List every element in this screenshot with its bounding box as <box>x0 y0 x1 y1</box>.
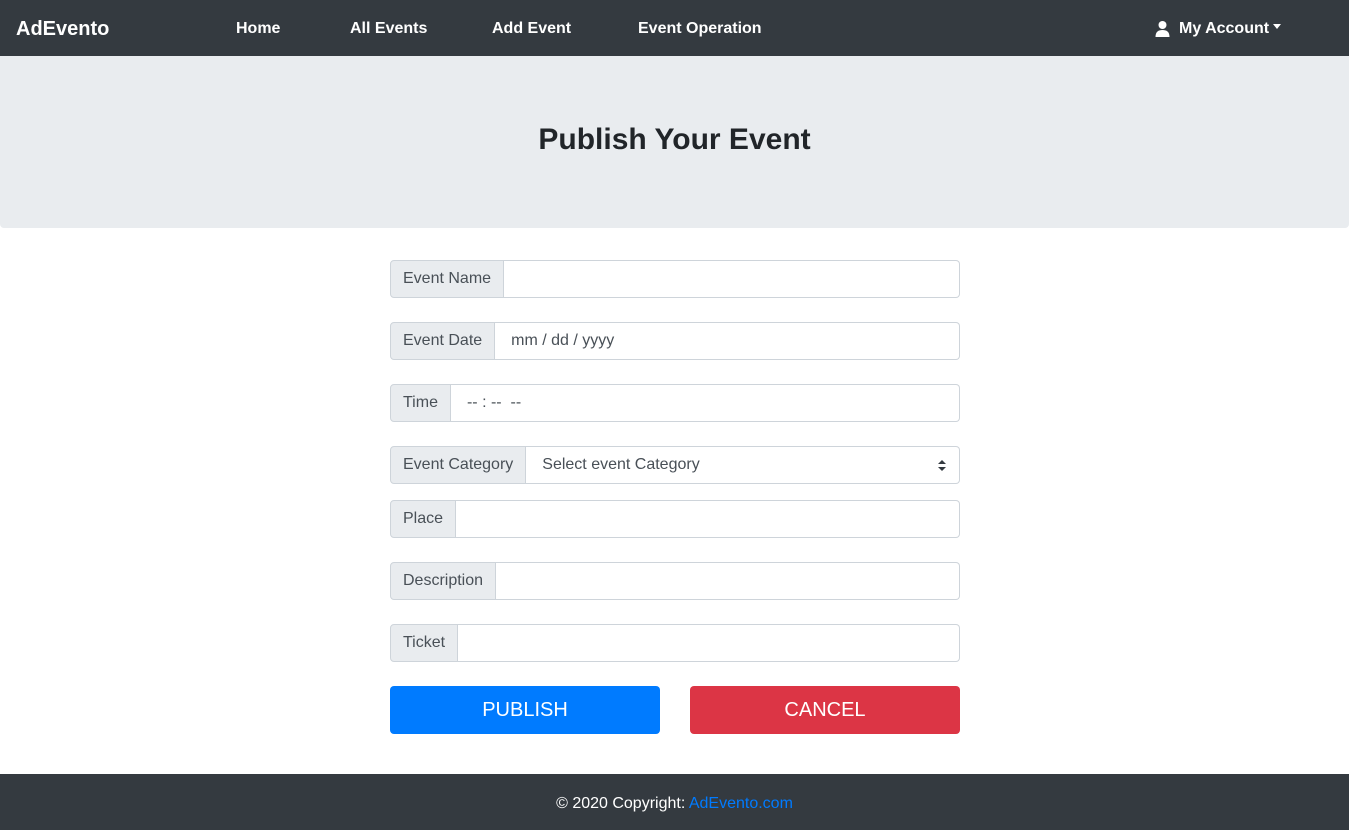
description-input[interactable] <box>496 562 960 600</box>
event-date-input[interactable]: mm / dd / yyyy <box>495 322 960 360</box>
place-label: Place <box>390 500 457 538</box>
event-date-group: Event Date mm / dd / yyyy <box>390 322 960 360</box>
footer-copyright: © 2020 Copyright: <box>556 795 689 812</box>
time-label: Time <box>390 384 451 422</box>
nav-add-event[interactable]: Add Event <box>492 19 571 39</box>
footer-link[interactable]: AdEvento.com <box>689 795 793 812</box>
event-name-group: Event Name <box>390 260 960 298</box>
event-category-group: Event Category Select event Category <box>390 446 960 484</box>
cancel-button[interactable]: CANCEL <box>690 686 960 734</box>
description-group: Description <box>390 562 960 600</box>
nav-all-events[interactable]: All Events <box>350 19 427 39</box>
event-category-selected: Select event Category <box>542 456 700 473</box>
publish-button[interactable]: PUBLISH <box>390 686 660 734</box>
select-arrows-icon <box>938 460 946 471</box>
brand-logo[interactable]: AdEvento <box>16 17 109 41</box>
ticket-input[interactable] <box>458 624 960 662</box>
ticket-group: Ticket <box>390 624 960 662</box>
time-group: Time -- : -- -- <box>390 384 960 422</box>
page-header: Publish Your Event <box>0 56 1349 228</box>
place-group: Place <box>390 500 960 538</box>
event-name-input[interactable] <box>504 260 960 298</box>
caret-down-icon <box>1273 23 1282 29</box>
event-date-label: Event Date <box>390 322 496 360</box>
navbar: AdEvento Home All Events Add Event Event… <box>0 0 1349 56</box>
nav-home[interactable]: Home <box>236 19 280 39</box>
my-account-dropdown[interactable]: My Account <box>1155 19 1282 39</box>
description-label: Description <box>390 562 497 600</box>
ticket-label: Ticket <box>390 624 459 662</box>
footer: © 2020 Copyright: AdEvento.com <box>0 774 1349 830</box>
my-account-label: My Account <box>1179 20 1270 37</box>
nav-event-operation[interactable]: Event Operation <box>638 19 762 39</box>
event-category-label: Event Category <box>390 446 527 484</box>
page-title: Publish Your Event <box>538 123 811 156</box>
event-name-label: Event Name <box>390 260 505 298</box>
user-icon <box>1155 21 1170 37</box>
event-category-select[interactable]: Select event Category <box>526 446 960 484</box>
time-input[interactable]: -- : -- -- <box>450 384 960 422</box>
place-input[interactable] <box>456 500 960 538</box>
